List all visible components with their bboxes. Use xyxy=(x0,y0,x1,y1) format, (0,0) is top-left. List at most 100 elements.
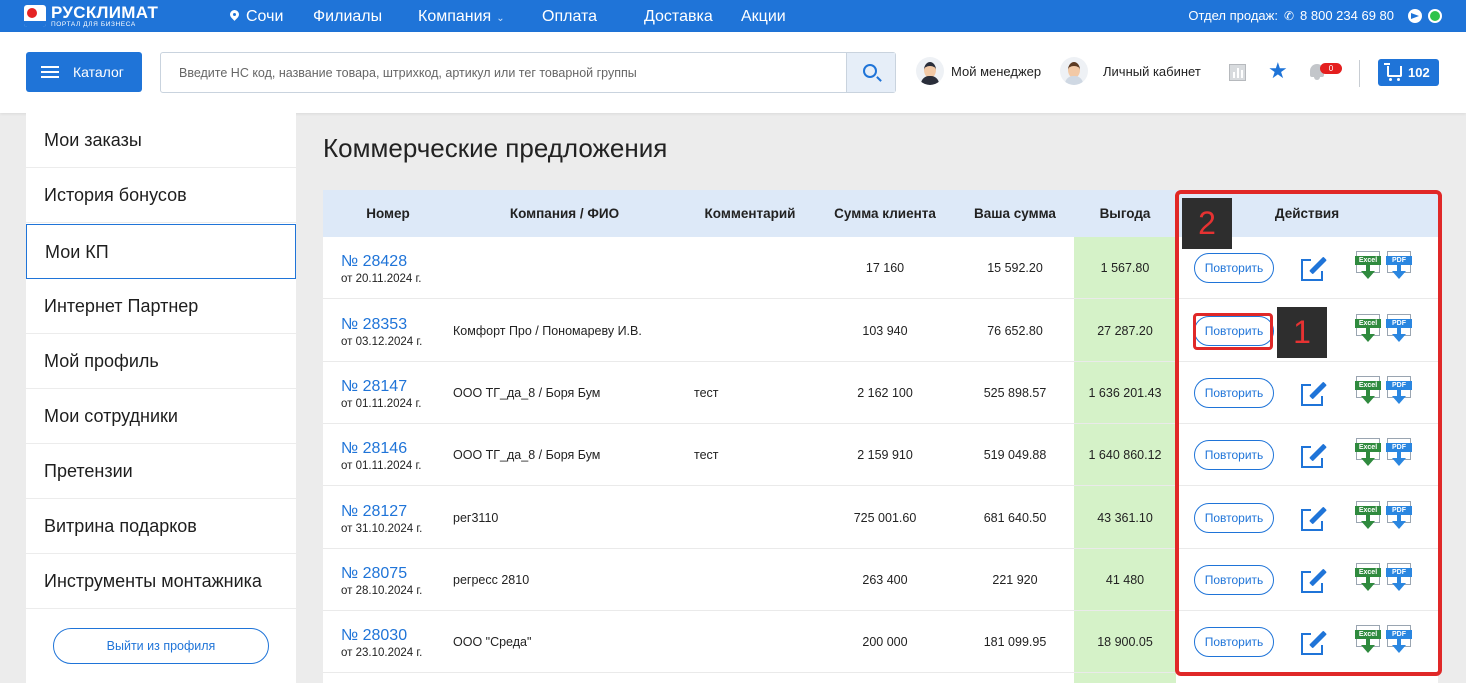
offer-date: от 01.11.2024 г. xyxy=(341,460,422,472)
nav-promotions[interactable]: Акции xyxy=(741,8,786,26)
sidebar-item-employees[interactable]: Мои сотрудники xyxy=(26,389,296,444)
favorites-star-icon[interactable]: ★ xyxy=(1268,60,1288,82)
manager-avatar xyxy=(916,57,944,85)
top-bar: РУСКЛИМАТ ПОРТАЛ ДЛЯ БИЗНЕСА Сочи Филиал… xyxy=(0,0,1466,32)
offer-company: ООО ТГ_да_8 / Боря Бум xyxy=(453,386,601,400)
offer-comment: тест xyxy=(694,448,719,462)
stats-icon[interactable] xyxy=(1229,64,1246,81)
offer-client-sum: 103 940 xyxy=(862,324,908,338)
offer-client-sum: 2 159 910 xyxy=(857,448,913,462)
offer-date: от 23.10.2024 г. xyxy=(341,647,423,659)
offer-company: ООО ТГ_да_8 / Боря Бум xyxy=(453,448,601,462)
col-benefit[interactable]: Выгода xyxy=(1074,190,1176,237)
header: Каталог Мой менеджер Личный кабинет ★ 0 … xyxy=(0,32,1466,113)
offer-company: регресс 2810 xyxy=(453,573,530,587)
notifications-badge: 0 xyxy=(1320,63,1342,74)
offer-number-link[interactable]: № 28428 xyxy=(341,253,407,271)
offer-benefit: 18 900.05 xyxy=(1097,635,1153,649)
sidebar-item-internet-partner[interactable]: Интернет Партнер xyxy=(26,279,296,334)
sales-phone[interactable]: 8 800 234 69 80 xyxy=(1300,8,1394,23)
annotation-box-repeat xyxy=(1193,313,1273,350)
catalog-button[interactable]: Каталог xyxy=(26,52,142,92)
offer-your-sum: 181 099.95 xyxy=(983,635,1047,649)
offer-client-sum: 2 162 100 xyxy=(857,386,913,400)
telegram-icon[interactable] xyxy=(1408,8,1422,23)
nav-payment[interactable]: Оплата xyxy=(542,8,597,26)
logout-button[interactable]: Выйти из профиля xyxy=(53,628,269,664)
logo-subtitle: ПОРТАЛ ДЛЯ БИЗНЕСА xyxy=(51,20,136,28)
sales-label: Отдел продаж: xyxy=(1188,8,1278,23)
nav-delivery[interactable]: Доставка xyxy=(644,8,713,26)
offer-your-sum: 519 049.88 xyxy=(983,448,1047,462)
offer-comment: тест xyxy=(694,386,719,400)
offer-company: Комфорт Про / Пономареву И.В. xyxy=(453,324,642,338)
offer-client-sum: 725 001.60 xyxy=(853,511,917,525)
sidebar-item-my-kp[interactable]: Мои КП xyxy=(26,224,296,279)
sidebar-item-gifts[interactable]: Витрина подарков xyxy=(26,499,296,554)
sidebar: Мои заказы История бонусов Мои КП Интерн… xyxy=(26,113,296,683)
search-icon xyxy=(863,64,877,78)
city-selector[interactable]: Сочи xyxy=(230,8,283,26)
logo-icon xyxy=(24,5,46,27)
search-input[interactable] xyxy=(161,53,847,92)
col-client-sum[interactable]: Сумма клиента xyxy=(823,190,947,237)
search-box xyxy=(160,52,896,93)
cart-button[interactable]: 102 xyxy=(1378,59,1439,86)
offer-company: рег3110 xyxy=(453,511,499,525)
annotation-badge-1: 1 xyxy=(1277,307,1327,358)
offer-client-sum: 200 000 xyxy=(862,635,908,649)
offer-number-link[interactable]: № 28353 xyxy=(341,316,407,334)
offer-client-sum: 263 400 xyxy=(862,573,908,587)
nav-branches[interactable]: Филиалы xyxy=(313,8,382,26)
col-your-sum[interactable]: Ваша сумма xyxy=(955,190,1075,237)
offer-your-sum: 525 898.57 xyxy=(983,386,1047,400)
offer-number-link[interactable]: № 28075 xyxy=(341,565,407,583)
annotation-frame-actions xyxy=(1175,190,1442,676)
search-button[interactable] xyxy=(846,53,895,92)
cart-icon xyxy=(1384,62,1402,81)
offer-benefit: 41 480 xyxy=(1105,573,1145,587)
offer-number-link[interactable]: № 28146 xyxy=(341,440,407,458)
personal-cabinet-link[interactable]: Личный кабинет xyxy=(1060,57,1201,85)
offer-your-sum: 76 652.80 xyxy=(987,324,1043,338)
menu-icon xyxy=(41,66,59,78)
col-company[interactable]: Компания / ФИО xyxy=(453,190,676,237)
offer-benefit: 1 567.80 xyxy=(1100,261,1150,275)
offer-client-sum: 17 160 xyxy=(865,261,905,275)
sidebar-item-installer-tools[interactable]: Инструменты монтажника xyxy=(26,554,296,609)
whatsapp-icon[interactable] xyxy=(1428,8,1442,23)
sidebar-item-bonus-history[interactable]: История бонусов xyxy=(26,168,296,223)
chevron-down-icon: ⌄ xyxy=(496,13,505,24)
logo[interactable]: РУСКЛИМАТ ПОРТАЛ ДЛЯ БИЗНЕСА xyxy=(24,4,158,28)
offer-benefit: 1 636 201.43 xyxy=(1088,386,1162,400)
offer-your-sum: 221 920 xyxy=(992,573,1038,587)
page-title: Коммерческие предложения xyxy=(323,133,668,163)
nav-company[interactable]: Компания ⌄ xyxy=(418,8,505,26)
offer-date: от 20.11.2024 г. xyxy=(341,273,422,285)
offer-benefit: 27 287.20 xyxy=(1097,324,1153,338)
location-pin-icon xyxy=(230,10,239,22)
offer-benefit: 1 640 860.12 xyxy=(1088,448,1162,462)
annotation-badge-2: 2 xyxy=(1182,198,1232,249)
offer-company: ООО "Среда" xyxy=(453,635,532,649)
offer-your-sum: 681 640.50 xyxy=(983,511,1047,525)
offer-benefit: 43 361.10 xyxy=(1097,511,1153,525)
sidebar-item-claims[interactable]: Претензии xyxy=(26,444,296,499)
offer-date: от 01.11.2024 г. xyxy=(341,398,422,410)
header-divider xyxy=(1359,60,1360,87)
offer-date: от 31.10.2024 г. xyxy=(341,523,423,535)
cart-count: 102 xyxy=(1408,65,1430,80)
col-comment[interactable]: Комментарий xyxy=(691,190,809,237)
sidebar-item-orders[interactable]: Мои заказы xyxy=(26,113,296,168)
col-number[interactable]: Номер xyxy=(323,190,453,237)
offer-number-link[interactable]: № 28147 xyxy=(341,378,407,396)
offer-date: от 03.12.2024 г. xyxy=(341,336,423,348)
my-manager-link[interactable]: Мой менеджер xyxy=(916,57,1041,85)
phone-icon: ✆ xyxy=(1283,8,1295,23)
sidebar-item-profile[interactable]: Мой профиль xyxy=(26,334,296,389)
offer-number-link[interactable]: № 28127 xyxy=(341,503,407,521)
logo-name: РУСКЛИМАТ xyxy=(51,2,159,22)
user-avatar xyxy=(1060,57,1088,85)
offer-your-sum: 15 592.20 xyxy=(987,261,1043,275)
offer-number-link[interactable]: № 28030 xyxy=(341,627,407,645)
